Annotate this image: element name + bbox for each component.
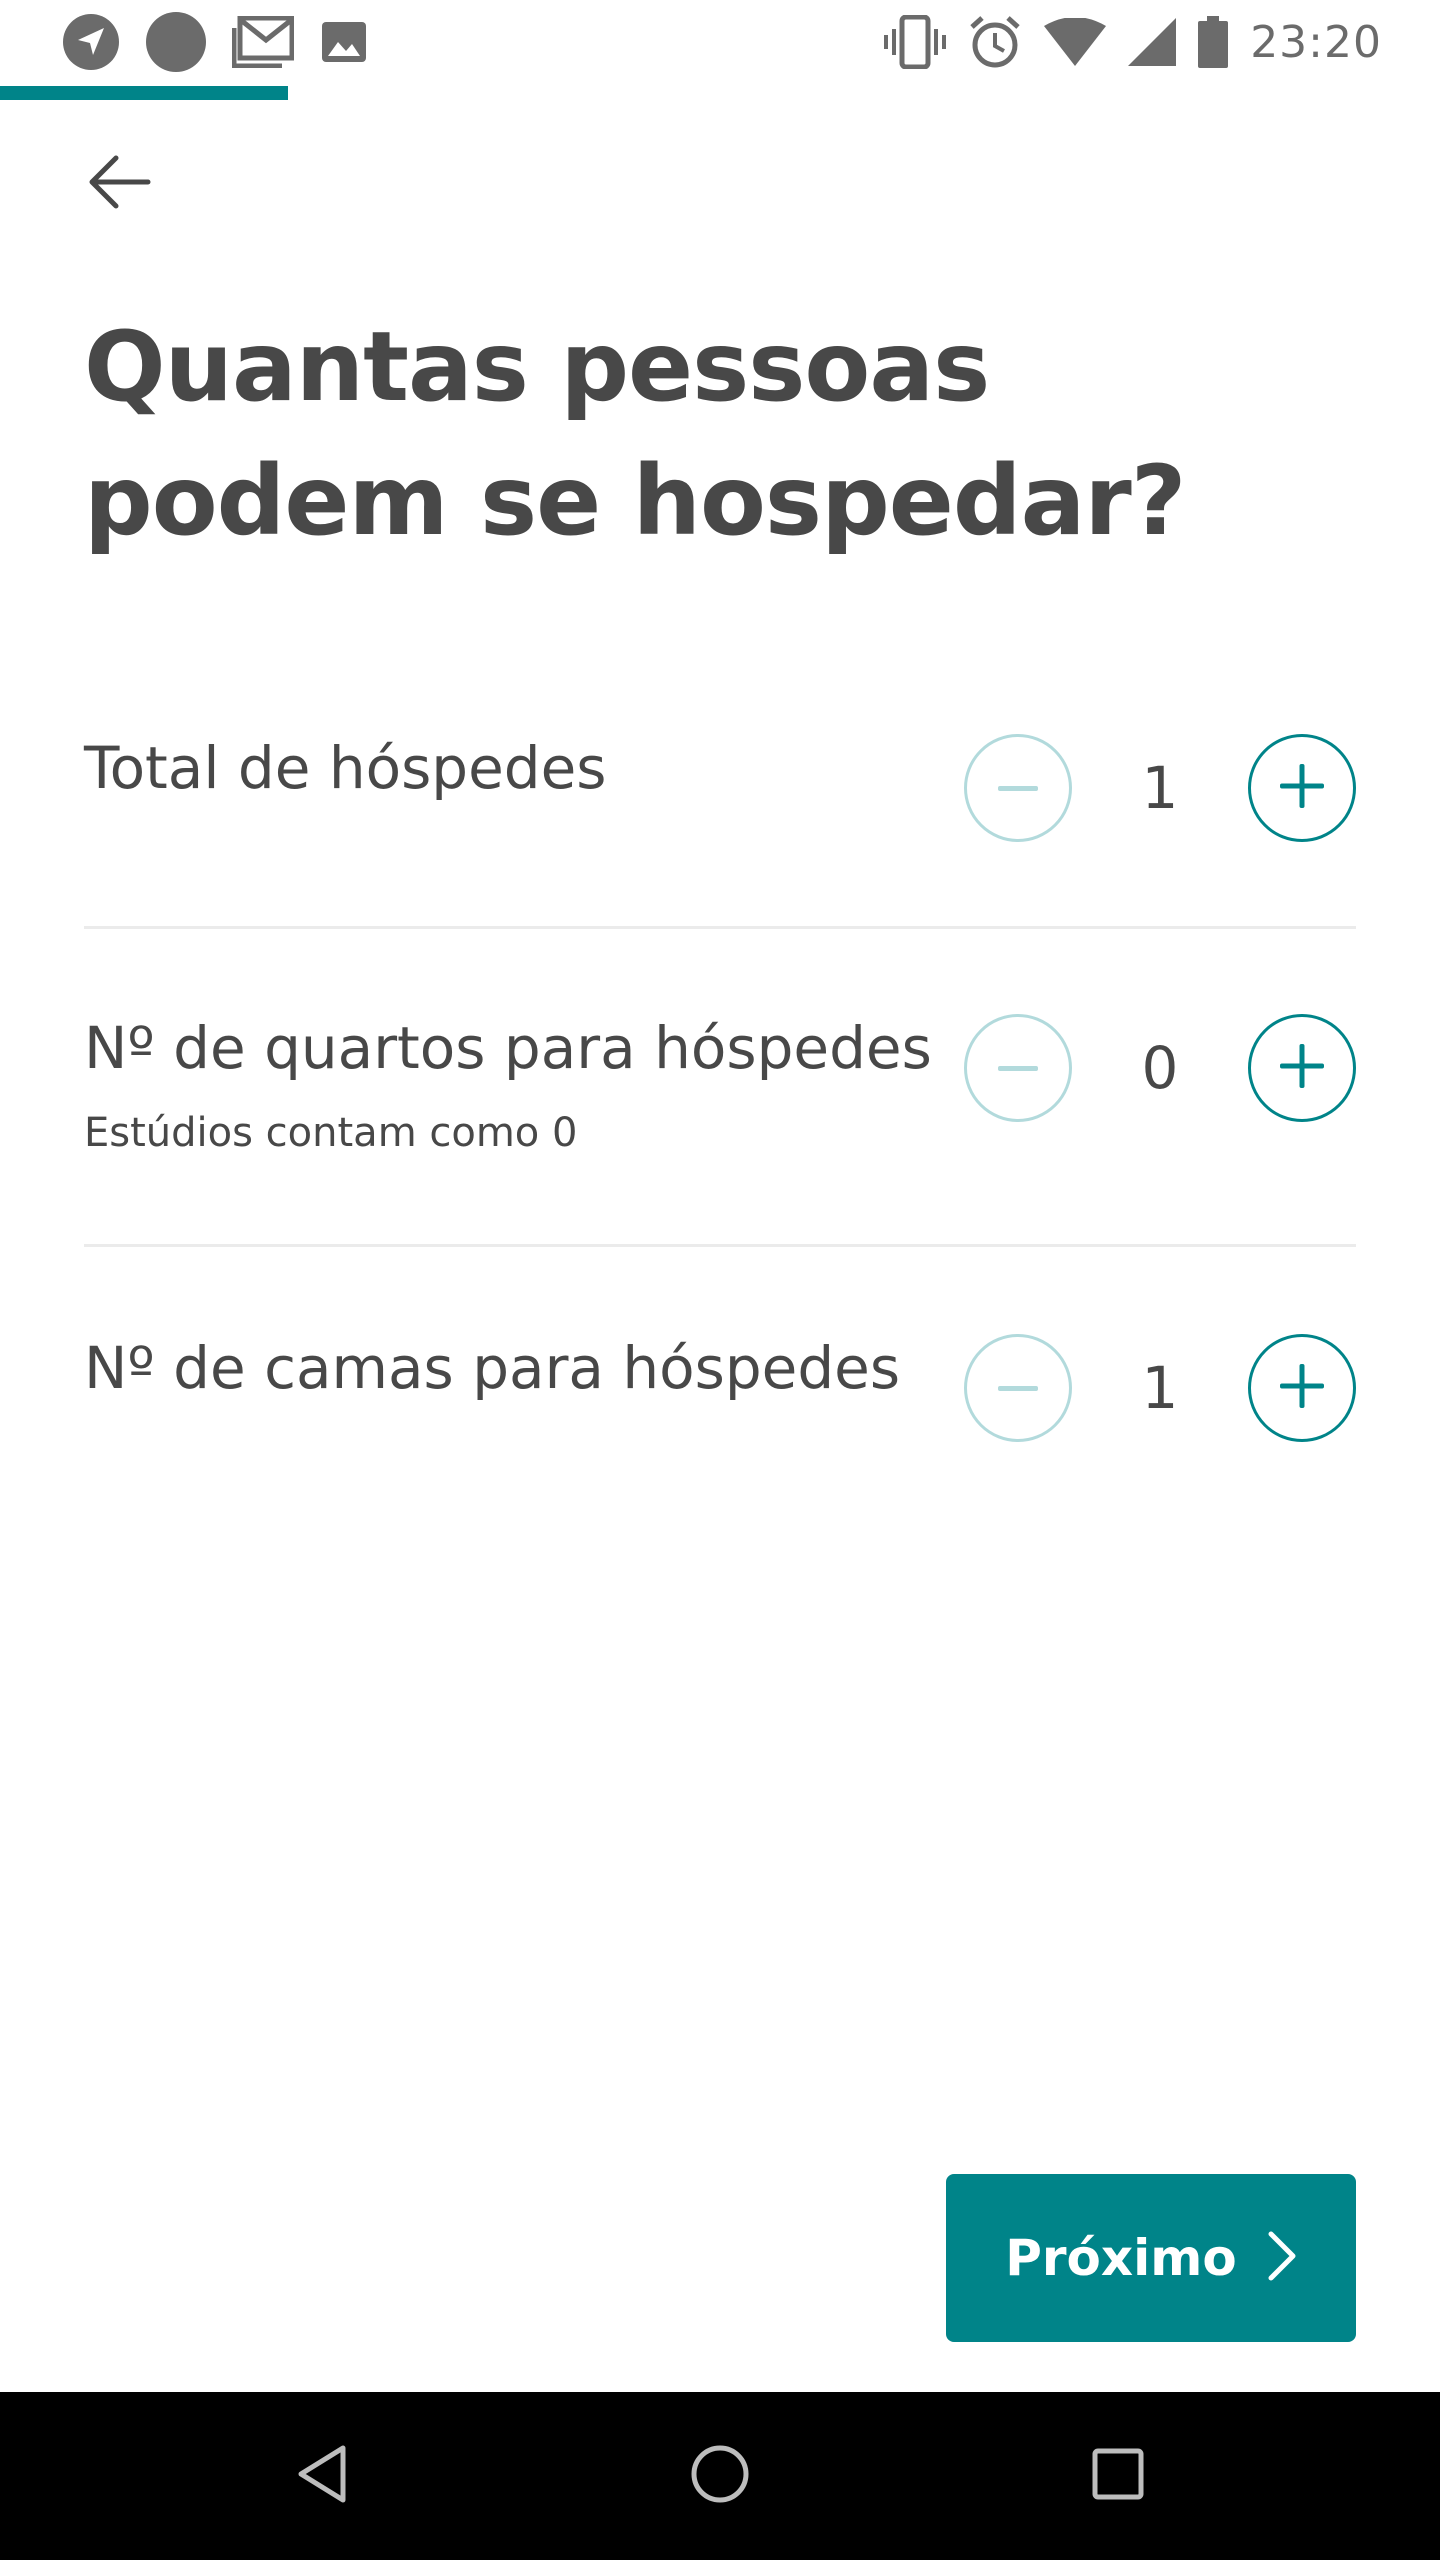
recents-square-icon [1091,2447,1145,2506]
chevron-right-icon [1267,2230,1297,2287]
status-notification-icons [62,12,368,72]
bedrooms-label: Nº de quartos para hóspedes [84,1014,932,1082]
progress-bar-fill [0,86,288,100]
image-icon [320,18,368,66]
vibrate-icon [884,15,947,69]
beds-label: Nº de camas para hóspedes [84,1334,901,1402]
back-button[interactable] [72,136,168,232]
guests-row: Total de hóspedes 1 [84,734,1356,846]
progress-bar [0,86,1440,100]
minus-icon [998,1379,1038,1397]
bedrooms-stepper: 0 [964,1014,1356,1126]
minus-icon [998,779,1038,797]
beds-increment-button[interactable] [1248,1334,1356,1442]
navigation-icon [62,13,120,71]
battery-icon [1198,16,1229,68]
navigation-bar [0,2392,1440,2560]
guests-increment-button[interactable] [1248,734,1356,842]
plus-icon [1280,763,1324,813]
divider [84,1244,1356,1247]
alarm-icon [968,15,1022,69]
page-title: Quantas pessoas podem se hospedar? [84,311,1186,557]
minus-icon [998,1059,1038,1077]
guests-decrement-button[interactable] [964,734,1072,842]
plus-icon [1280,1363,1324,1413]
bedrooms-row: Nº de quartos para hóspedes Estúdios con… [84,1014,1356,1164]
bedrooms-value: 0 [1141,1034,1179,1102]
home-circle-icon [690,2444,750,2509]
wifi-icon [1044,18,1107,66]
next-button[interactable]: Próximo [946,2174,1356,2342]
beds-row: Nº de camas para hóspedes 1 [84,1334,1356,1446]
nav-recents-button[interactable] [1068,2426,1168,2526]
nav-back-button[interactable] [272,2426,372,2526]
beds-value: 1 [1141,1354,1179,1422]
guests-label: Total de hóspedes [84,734,607,802]
guests-stepper: 1 [964,734,1356,846]
arrow-left-icon [88,154,152,215]
guests-value: 1 [1141,754,1179,822]
circle-notification-icon [146,12,206,72]
bedrooms-decrement-button[interactable] [964,1014,1072,1122]
plus-icon [1280,1043,1324,1093]
nav-home-button[interactable] [670,2426,770,2526]
divider [84,926,1356,929]
back-triangle-icon [295,2444,349,2509]
cell-signal-icon [1128,18,1177,66]
beds-stepper: 1 [964,1334,1356,1446]
gmail-icon [232,16,294,68]
status-system-icons: 23:20 [884,12,1382,72]
bedrooms-sublabel: Estúdios contam como 0 [84,1110,578,1156]
status-bar: 23:20 [0,0,1440,84]
next-button-label: Próximo [1005,2229,1237,2287]
status-time: 23:20 [1250,16,1382,68]
beds-decrement-button[interactable] [964,1334,1072,1442]
bedrooms-increment-button[interactable] [1248,1014,1356,1122]
